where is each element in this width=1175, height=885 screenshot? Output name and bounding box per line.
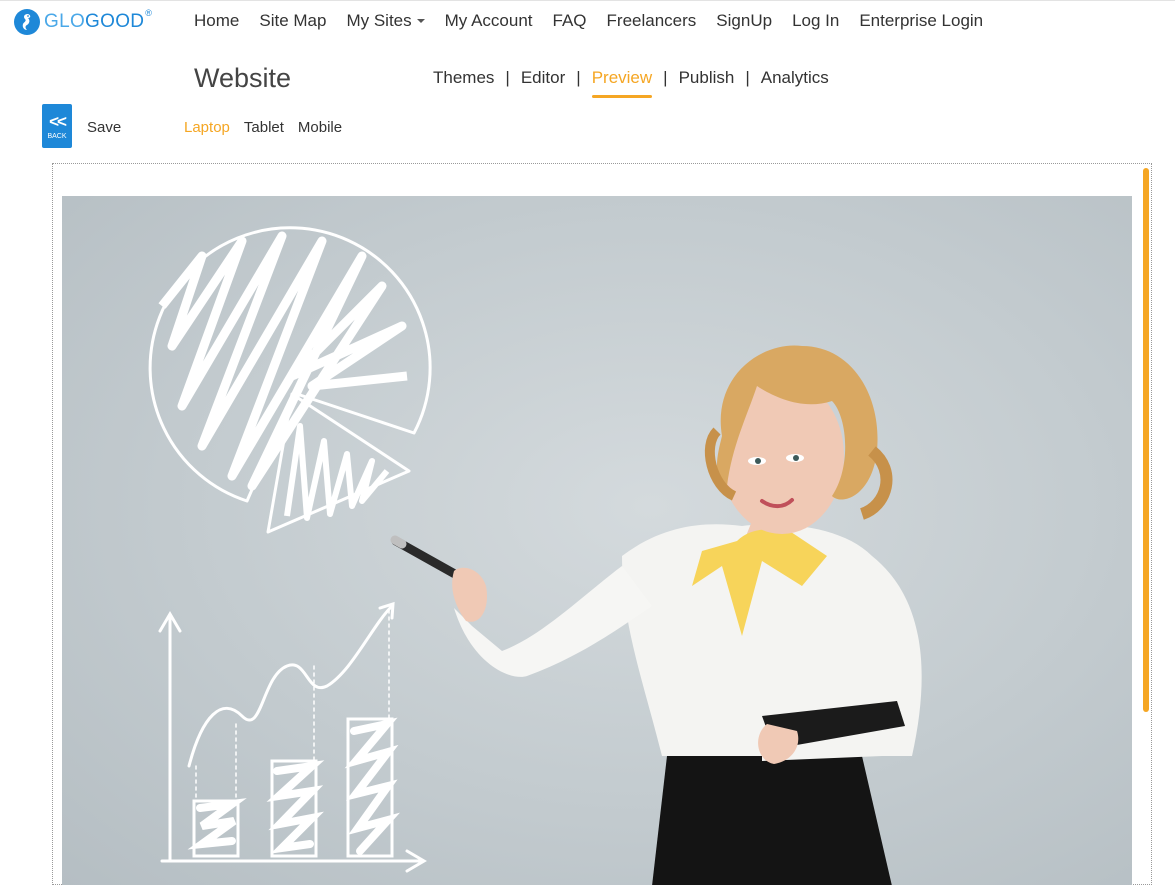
nav-enterprise-login[interactable]: Enterprise Login	[849, 11, 993, 31]
device-mobile[interactable]: Mobile	[298, 119, 342, 136]
nav-my-sites-label: My Sites	[346, 11, 412, 30]
tab-editor[interactable]: Editor	[521, 68, 565, 92]
tab-themes[interactable]: Themes	[433, 68, 494, 92]
growth-chart-doodle	[158, 601, 427, 873]
double-chevron-left-icon: <<	[49, 111, 67, 131]
caret-down-icon	[416, 19, 425, 23]
top-navbar: GLOGOOD ® Home Site Map My Sites My Acco…	[0, 0, 1175, 44]
seahorse-logo-icon	[14, 9, 40, 35]
tab-publish[interactable]: Publish	[679, 68, 735, 92]
editor-mode-tabs: Themes | Editor | Preview | Publish | An…	[433, 68, 829, 98]
site-title: Website	[194, 63, 292, 93]
pie-chart-doodle	[148, 226, 432, 534]
main-nav: Home Site Map My Sites My Account FAQ Fr…	[184, 11, 993, 31]
preview-scrollbar[interactable]	[1143, 168, 1149, 712]
presenter-person	[452, 345, 922, 885]
nav-my-account[interactable]: My Account	[435, 11, 543, 31]
tab-separator: |	[505, 68, 510, 87]
tab-analytics[interactable]: Analytics	[761, 68, 829, 92]
device-tablet[interactable]: Tablet	[244, 119, 284, 136]
nav-home[interactable]: Home	[184, 11, 249, 31]
registered-mark: ®	[145, 8, 152, 18]
pen	[390, 535, 467, 583]
nav-log-in[interactable]: Log In	[782, 11, 849, 31]
logo-wordmark: GLOGOOD	[44, 11, 145, 32]
nav-signup[interactable]: SignUp	[706, 11, 782, 31]
tab-preview[interactable]: Preview	[591, 68, 653, 98]
nav-site-map[interactable]: Site Map	[249, 11, 336, 31]
nav-my-sites[interactable]: My Sites	[336, 11, 434, 31]
tab-separator: |	[745, 68, 750, 87]
back-button[interactable]: << BACK	[42, 104, 72, 148]
tab-separator: |	[663, 68, 668, 87]
device-switcher: Laptop Tablet Mobile	[184, 119, 356, 136]
preview-frame	[52, 163, 1152, 885]
hero-image	[62, 196, 1132, 885]
save-button[interactable]: Save	[87, 119, 121, 136]
device-laptop[interactable]: Laptop	[184, 119, 230, 136]
nav-freelancers[interactable]: Freelancers	[597, 11, 707, 31]
tab-separator: |	[576, 68, 581, 87]
nav-faq[interactable]: FAQ	[543, 11, 597, 31]
back-button-label: BACK	[47, 132, 67, 140]
glogood-logo[interactable]: GLOGOOD ®	[14, 8, 152, 35]
